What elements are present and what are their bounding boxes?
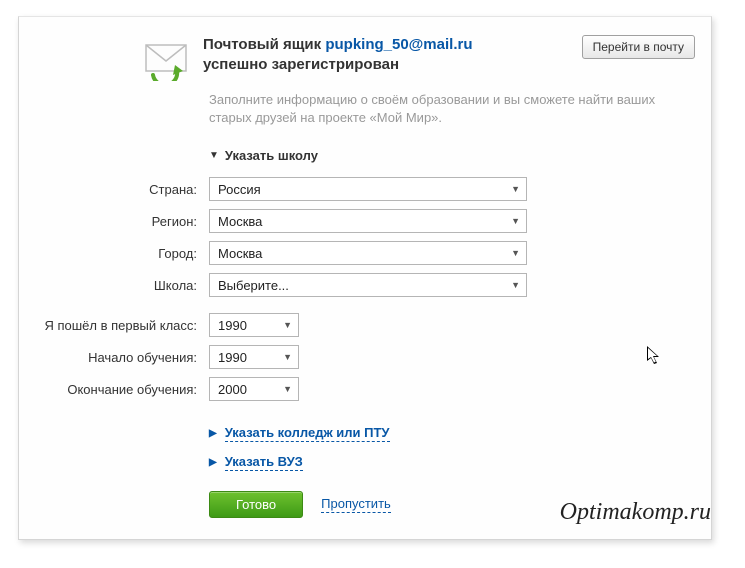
row-city: Город: Москва ▼: [19, 237, 711, 269]
triangle-right-icon: ▶: [209, 428, 217, 439]
label-city: Город:: [35, 246, 209, 261]
title-prefix: Почтовый ящик: [203, 36, 321, 53]
select-country-value: Россия: [218, 182, 261, 197]
title-area: Почтовый ящик pupking_50@mail.ru успешно…: [203, 35, 582, 74]
label-start-year: Начало обучения:: [35, 350, 209, 365]
row-country: Страна: Россия ▼: [19, 173, 711, 205]
registration-window: Почтовый ящик pupking_50@mail.ru успешно…: [18, 16, 712, 540]
row-link-university: ▶ Указать ВУЗ: [19, 448, 711, 477]
ready-button[interactable]: Готово: [209, 491, 303, 518]
row-first-grade: Я пошёл в первый класс: 1990 ▼: [19, 309, 711, 341]
page-title: Почтовый ящик pupking_50@mail.ru успешно…: [203, 35, 582, 74]
instruction-text: Заполните информацию о своём образовании…: [19, 85, 711, 132]
label-country: Страна:: [35, 182, 209, 197]
envelope-area: [35, 35, 203, 81]
select-region[interactable]: Москва ▼: [209, 209, 527, 233]
caret-icon: ▼: [511, 280, 520, 290]
action-row: Готово Пропустить: [19, 477, 711, 518]
caret-icon: ▼: [511, 248, 520, 258]
caret-icon: ▼: [511, 216, 520, 226]
registered-email: pupking_50@mail.ru: [325, 36, 472, 53]
label-region: Регион:: [35, 214, 209, 229]
row-school: Школа: Выберите... ▼: [19, 269, 711, 301]
caret-icon: ▼: [283, 384, 292, 394]
row-link-college: ▶ Указать колледж или ПТУ: [19, 419, 711, 448]
row-region: Регион: Москва ▼: [19, 205, 711, 237]
select-city[interactable]: Москва ▼: [209, 241, 527, 265]
select-city-value: Москва: [218, 246, 262, 261]
envelope-icon: [141, 37, 191, 81]
goto-mail-button[interactable]: Перейти в почту: [582, 35, 695, 59]
select-end-year-value: 2000: [218, 382, 247, 397]
select-start-year-value: 1990: [218, 350, 247, 365]
label-school: Школа:: [35, 278, 209, 293]
select-end-year[interactable]: 2000 ▼: [209, 377, 299, 401]
select-school-value: Выберите...: [218, 278, 289, 293]
link-university[interactable]: Указать ВУЗ: [225, 454, 303, 471]
caret-icon: ▼: [283, 352, 292, 362]
select-school[interactable]: Выберите... ▼: [209, 273, 527, 297]
title-line2: успешно зарегистрирован: [203, 56, 399, 73]
caret-icon: ▼: [511, 184, 520, 194]
select-start-year[interactable]: 1990 ▼: [209, 345, 299, 369]
select-country[interactable]: Россия ▼: [209, 177, 527, 201]
header-row: Почтовый ящик pupking_50@mail.ru успешно…: [19, 17, 711, 85]
skip-link[interactable]: Пропустить: [321, 496, 391, 513]
link-college[interactable]: Указать колледж или ПТУ: [225, 425, 390, 442]
select-region-value: Москва: [218, 214, 262, 229]
label-end-year: Окончание обучения:: [35, 382, 209, 397]
triangle-right-icon: ▶: [209, 457, 217, 468]
select-first-grade[interactable]: 1990 ▼: [209, 313, 299, 337]
select-first-grade-value: 1990: [218, 318, 247, 333]
caret-icon: ▼: [283, 320, 292, 330]
row-start-year: Начало обучения: 1990 ▼: [19, 341, 711, 373]
school-section-label: Указать школу: [225, 148, 318, 163]
label-first-grade: Я пошёл в первый класс:: [35, 318, 209, 333]
chevron-down-icon: ▼: [209, 150, 219, 161]
school-section-header[interactable]: ▼ Указать школу: [19, 132, 711, 173]
row-end-year: Окончание обучения: 2000 ▼: [19, 373, 711, 405]
